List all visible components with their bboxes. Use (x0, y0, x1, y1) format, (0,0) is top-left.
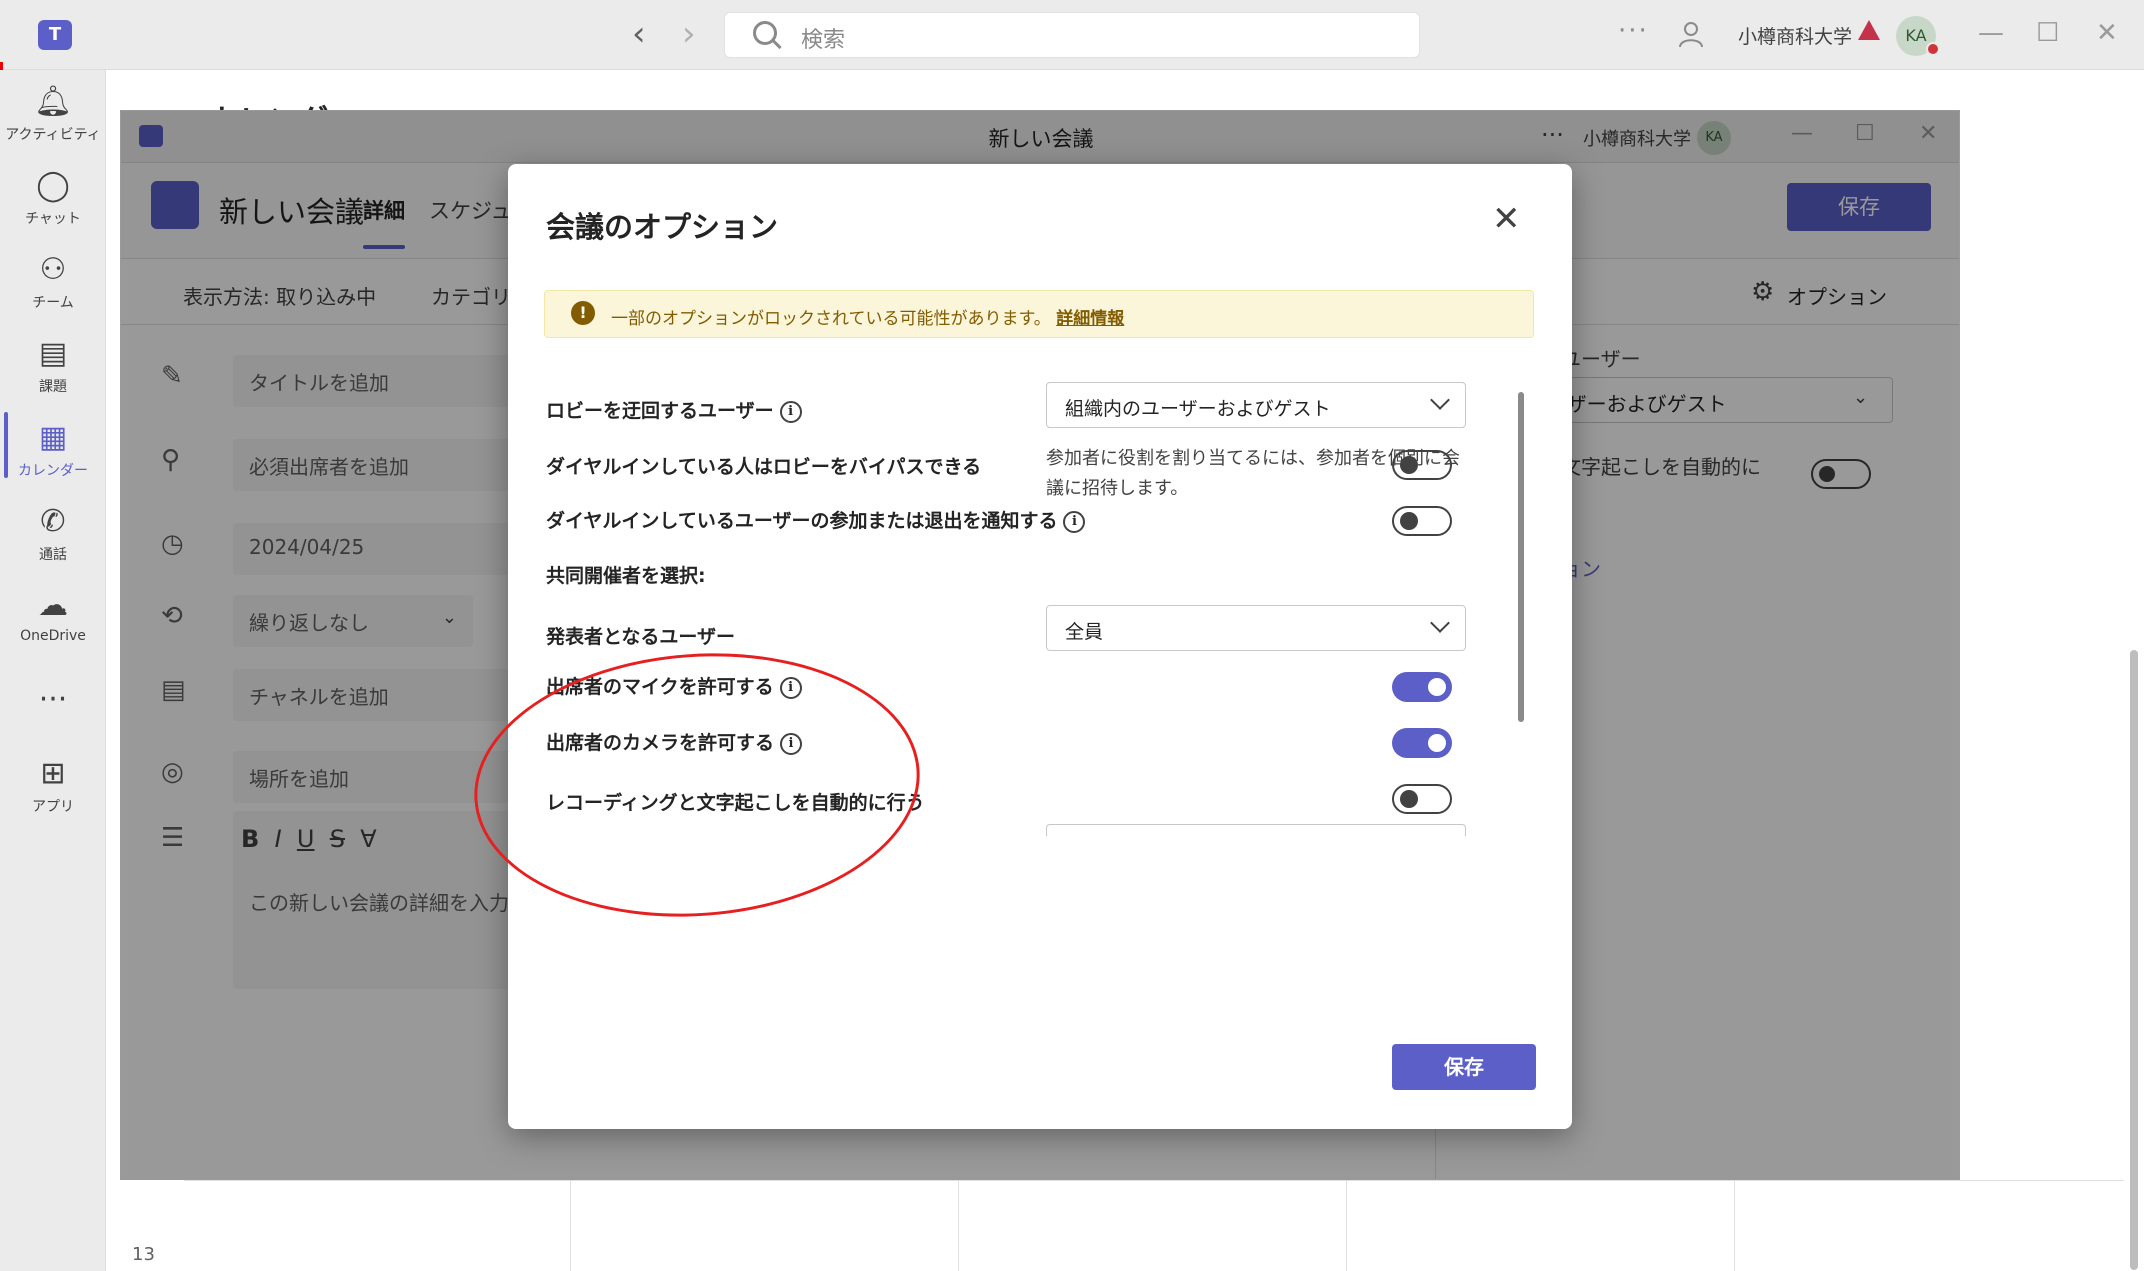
calendar-grid (184, 1180, 2124, 1271)
presence-status-icon (1926, 42, 1940, 56)
hour-label: 13 (132, 1244, 155, 1265)
dropdown-value: 全員 (1065, 621, 1104, 643)
rail-label: 通話 (39, 547, 67, 563)
rail-item-assignments[interactable]: ▤ 課題 (0, 336, 106, 396)
rail-label: チャット (25, 211, 81, 227)
calendar-icon: ▦ (38, 420, 68, 455)
minimize-icon[interactable]: — (1978, 18, 2004, 48)
toggle-knob (1428, 734, 1446, 752)
rail-label: 課題 (39, 379, 67, 395)
lobby-bypass-label: ロビーを迂回するユーザー i (546, 396, 802, 423)
app-rail (0, 70, 106, 1271)
warning-icon (1858, 20, 1880, 40)
warning-banner: ! 一部のオプションがロックされている可能性があります。 詳細情報 (544, 290, 1534, 338)
allow-camera-toggle[interactable] (1392, 728, 1452, 758)
partial-dropdown[interactable] (1046, 824, 1466, 836)
dialog-save-button[interactable]: 保存 (1392, 1044, 1536, 1090)
cohost-note: 参加者に役割を割り当てるには、参加者を個別に会議に招待します。 (1046, 448, 1460, 499)
back-arrow-icon[interactable]: ‹ (632, 16, 646, 52)
add-app-icon: ⊞ (40, 756, 66, 791)
lobby-bypass-dropdown[interactable]: 組織内のユーザーおよびゲスト (1046, 382, 1466, 428)
calendar-scrollbar[interactable] (2130, 650, 2138, 1270)
rail-label: OneDrive (20, 628, 86, 644)
rail-more-button[interactable]: ··· (0, 682, 106, 718)
info-icon[interactable]: i (779, 400, 802, 423)
rail-label: チーム (32, 295, 74, 311)
search-icon (753, 21, 777, 45)
banner-text: 一部のオプションがロックされている可能性があります。 詳細情報 (611, 304, 1124, 329)
search-input[interactable]: 検索 (724, 12, 1420, 58)
dialog-title: 会議のオプション (546, 210, 779, 244)
close-window-icon[interactable]: ✕ (2096, 18, 2118, 48)
chat-icon: ◯ (36, 168, 70, 203)
bell-icon: 🔔︎ (33, 84, 73, 119)
auto-record-toggle[interactable] (1392, 784, 1452, 814)
dialin-notify-toggle[interactable] (1392, 506, 1452, 536)
org-name[interactable]: 小樽商科大学 (1738, 22, 1852, 49)
close-icon[interactable]: ✕ (1492, 202, 1521, 236)
presenters-dropdown[interactable]: 全員 (1046, 605, 1466, 651)
chevron-down-icon (1430, 613, 1450, 633)
grid-line (958, 1180, 959, 1271)
forward-arrow-icon[interactable]: › (682, 16, 696, 52)
rail-item-apps[interactable]: ⊞ アプリ (0, 756, 106, 816)
chevron-down-icon (1430, 390, 1450, 410)
rail-item-calendar[interactable]: ▦ カレンダー (0, 420, 106, 480)
teams-logo: T (38, 20, 72, 50)
rail-label: アクティビティ (5, 127, 101, 143)
rail-label: カレンダー (18, 463, 88, 479)
warning-icon: ! (571, 301, 595, 325)
grid-line (1346, 1180, 1347, 1271)
assignments-icon: ▤ (38, 336, 68, 371)
app-titlebar: T ‹ › 検索 ··· 小樽商科大学 KA — ☐ ✕ (0, 0, 2144, 70)
grid-line (1734, 1180, 1735, 1271)
grid-line (570, 1180, 571, 1271)
dialin-notify-label: ダイヤルインしているユーザーの参加または退出を通知する i (546, 506, 1086, 533)
dialin-bypass-label: ダイヤルインしている人はロビーをバイパスできる (546, 456, 982, 478)
maximize-icon[interactable]: ☐ (2036, 18, 2059, 48)
rail-label: アプリ (32, 799, 74, 815)
option-label-text: ダイヤルインしているユーザーの参加または退出を通知する (546, 510, 1058, 532)
cloud-icon: ☁ (38, 588, 68, 623)
more-options-icon[interactable]: ··· (1618, 16, 1649, 46)
rail-item-activity[interactable]: 🔔︎ アクティビティ (0, 84, 106, 144)
info-icon[interactable]: i (1063, 510, 1086, 533)
banner-message: 一部のオプションがロックされている可能性があります。 (611, 309, 1051, 329)
meeting-options-dialog: 会議のオプション ✕ ! 一部のオプションがロックされている可能性があります。 … (508, 164, 1572, 1129)
more-apps-icon: ··· (38, 682, 68, 717)
presenters-label: 発表者となるユーザー (546, 626, 736, 648)
toggle-knob (1400, 790, 1418, 808)
people-icon[interactable] (1678, 20, 1704, 48)
dropdown-value: 組織内のユーザーおよびゲスト (1065, 398, 1331, 420)
search-placeholder: 検索 (801, 28, 846, 53)
option-label-text: ロビーを迂回するユーザー (546, 400, 774, 422)
dialog-scrollbar[interactable] (1518, 392, 1524, 722)
rail-item-teams[interactable]: ⚇ チーム (0, 252, 106, 312)
rail-item-onedrive[interactable]: ☁ OneDrive (0, 588, 106, 644)
toggle-knob (1428, 678, 1446, 696)
rail-item-calls[interactable]: ✆ 通話 (0, 504, 106, 564)
phone-icon: ✆ (40, 504, 66, 539)
toggle-knob (1400, 512, 1418, 530)
learn-more-link[interactable]: 詳細情報 (1056, 309, 1124, 329)
rail-item-chat[interactable]: ◯ チャット (0, 168, 106, 228)
teams-icon: ⚇ (39, 252, 67, 287)
allow-mic-toggle[interactable] (1392, 672, 1452, 702)
cohost-label: 共同開催者を選択: (546, 565, 706, 587)
